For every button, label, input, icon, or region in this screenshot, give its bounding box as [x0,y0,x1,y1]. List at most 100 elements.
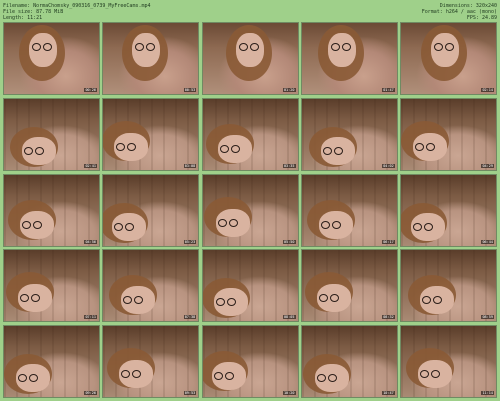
lens-shape [22,220,31,229]
lens-shape [249,43,259,51]
glasses-icon [32,43,52,51]
lens-shape [431,370,440,378]
lens-shape [132,370,142,378]
lens-shape [331,220,341,229]
glasses-icon [24,146,44,155]
thumbnail-timestamp: 07:38 [183,315,197,320]
thumbnail-grid: 00:26 00:53 01:20 01:47 02:14 02:41 03:08 03:35… [3,22,497,398]
lens-shape [127,142,137,151]
video-thumbnail[interactable]: 04:56 [3,173,100,247]
video-thumbnail[interactable]: 07:11 [3,249,100,323]
video-thumbnail[interactable]: 05:23 [102,173,200,247]
video-thumbnail[interactable]: 08:05 [201,249,299,323]
lens-shape [420,370,429,378]
video-thumbnail[interactable]: 04:02 [300,97,398,171]
glasses-icon [415,142,435,151]
glasses-icon [121,370,142,378]
video-thumbnail[interactable]: 09:53 [102,325,200,398]
video-thumbnail[interactable]: 07:38 [102,249,200,323]
thumbnail-timestamp: 01:20 [282,88,296,92]
lens-shape [135,43,145,51]
lens-shape [18,374,27,382]
glasses-icon [213,372,234,380]
video-thumbnail[interactable]: 10:47 [300,325,398,398]
glasses-icon [219,144,240,153]
thumbnail-timestamp: 05:50 [282,239,296,244]
lens-shape [413,222,422,231]
lens-shape [29,374,38,382]
glasses-icon [18,374,38,382]
lens-shape [20,294,29,303]
thumbnail-timestamp: 08:59 [481,315,494,320]
thumbnail-timestamp: 04:56 [84,239,97,244]
lens-shape [114,222,124,231]
glasses-icon [420,370,440,378]
lens-shape [415,142,424,151]
lens-shape [238,43,248,51]
video-thumbnail[interactable]: 01:47 [300,22,398,95]
video-thumbnail[interactable]: 06:17 [300,173,398,247]
video-thumbnail[interactable]: 06:44 [400,173,497,247]
lens-shape [320,220,330,229]
lens-shape [318,294,328,303]
video-info: Dimensions: 320x240 Format: h264 / aac (… [422,3,497,21]
fps-text: FPS: 24.89 [466,15,497,21]
metadata-header: Filename: NormaChomsky_090316_0739_MyFre… [0,0,500,22]
lens-shape [213,372,223,380]
lens-shape [422,296,431,305]
video-thumbnail[interactable]: 01:20 [201,22,299,95]
thumbnail-timestamp: 03:35 [282,163,296,168]
video-thumbnail[interactable]: 02:41 [3,97,100,171]
lens-shape [426,142,435,151]
video-thumbnail[interactable]: 04:29 [400,97,497,171]
lens-shape [329,294,339,303]
glasses-icon [322,146,343,155]
video-thumbnail[interactable]: 02:14 [400,22,497,95]
lens-shape [24,146,33,155]
lens-shape [146,43,156,51]
video-thumbnail[interactable]: 00:53 [102,22,200,95]
lens-shape [434,43,443,51]
video-thumbnail[interactable]: 08:59 [400,249,497,323]
thumbnail-timestamp: 08:05 [282,315,296,320]
glasses-icon [22,220,42,229]
lens-shape [226,298,236,307]
thumbnail-timestamp: 10:47 [382,391,395,395]
glasses-icon [320,220,341,229]
lens-shape [327,374,337,382]
video-thumbnail[interactable]: 08:32 [300,249,398,323]
thumbnail-timestamp: 05:23 [183,239,197,244]
glasses-icon [330,43,351,51]
lens-shape [322,146,332,155]
glasses-icon [316,374,337,382]
video-thumbnail[interactable]: 00:26 [3,22,100,95]
thumbnail-timestamp: 03:08 [183,163,197,168]
thumbnail-timestamp: 09:26 [84,391,97,395]
lens-shape [330,43,340,51]
video-thumbnail[interactable]: 03:08 [102,97,200,171]
lens-shape [33,220,42,229]
lens-shape [424,222,433,231]
glasses-icon [114,222,135,231]
video-thumbnail[interactable]: 11:14 [400,325,497,398]
glasses-icon [217,218,238,227]
lens-shape [32,43,41,51]
lens-shape [230,144,240,153]
video-thumbnail[interactable]: 09:26 [3,325,100,398]
lens-shape [125,222,135,231]
thumbnail-timestamp: 00:26 [84,88,97,92]
thumbnail-timestamp: 09:53 [183,391,197,395]
thumbnail-timestamp: 00:53 [183,88,197,92]
lens-shape [445,43,454,51]
length-text: Length: 11:21 [3,15,43,21]
video-thumbnail[interactable]: 05:50 [201,173,299,247]
glasses-icon [422,296,442,305]
video-thumbnail[interactable]: 03:35 [201,97,299,171]
lens-shape [217,218,227,227]
video-thumbnail[interactable]: 10:20 [201,325,299,398]
lens-shape [123,296,133,305]
lens-shape [224,372,234,380]
thumbnail-timestamp: 06:17 [382,239,395,244]
file-info: Filename: NormaChomsky_090316_0739_MyFre… [3,3,151,21]
glasses-icon [238,43,259,51]
